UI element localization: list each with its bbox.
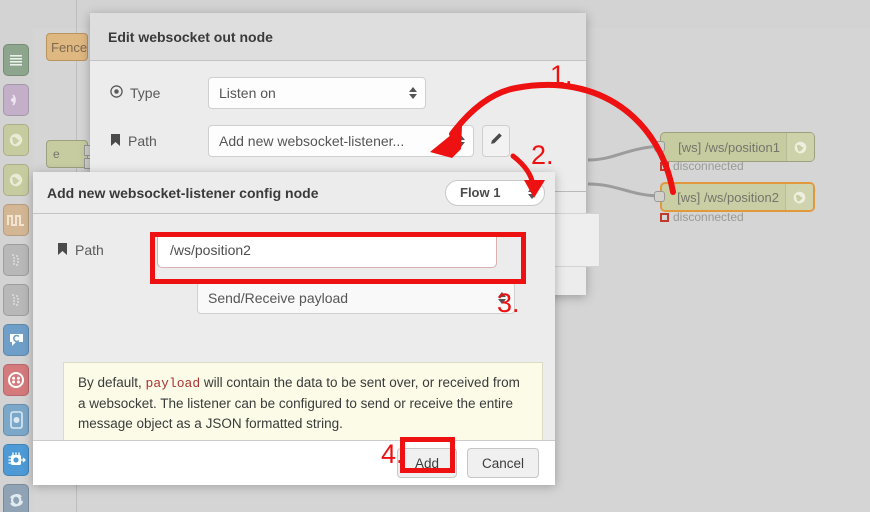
chip-icon bbox=[8, 452, 26, 465]
payload-mode-value: Send/Receive payload bbox=[208, 290, 349, 306]
target-icon bbox=[8, 372, 24, 388]
node-status-2: disconnected bbox=[660, 210, 744, 224]
screenshot-root: Fence e [ws] /ws/position1 disconnected … bbox=[0, 0, 870, 512]
pulse-icon bbox=[7, 215, 24, 226]
type-label-text: Type bbox=[130, 85, 161, 101]
cancel-button-label: Cancel bbox=[481, 455, 524, 471]
palette-item-list-icon[interactable] bbox=[3, 44, 29, 76]
form-row-type: Type Listen on bbox=[90, 77, 586, 109]
page-title: Edit websocket out node bbox=[108, 28, 273, 45]
dialog-title-bar: Edit websocket out node bbox=[90, 13, 586, 61]
pencil-icon bbox=[489, 132, 503, 151]
palette-item-broadcast-icon[interactable] bbox=[3, 84, 29, 116]
flow-scope-value: Flow 1 bbox=[460, 185, 501, 200]
node-status-1: disconnected bbox=[660, 159, 744, 173]
type-label: Type bbox=[110, 85, 208, 101]
node-ws-position1[interactable]: [ws] /ws/position1 bbox=[660, 132, 815, 162]
palette-item-target-icon[interactable] bbox=[3, 364, 29, 396]
chevron-updown-icon bbox=[409, 87, 417, 99]
path-input-value: /ws/position2 bbox=[170, 242, 251, 258]
palette-item-pulse-icon[interactable] bbox=[3, 204, 29, 236]
type-select-value: Listen on bbox=[219, 85, 276, 101]
list-icon bbox=[10, 55, 22, 66]
palette-sidebar[interactable] bbox=[0, 0, 33, 512]
add-websocket-listener-config-dialog: Add new websocket-listener config node F… bbox=[33, 172, 555, 485]
add-dialog-body: Path /ws/position2 Send/Receive payload … bbox=[33, 214, 555, 442]
status-dot-icon bbox=[660, 212, 669, 222]
bookmark-icon bbox=[57, 242, 68, 259]
cancel-button[interactable]: Cancel bbox=[466, 448, 539, 478]
path-label-text: Path bbox=[128, 133, 157, 149]
info-help-box: By default, payload will contain the dat… bbox=[63, 362, 543, 442]
node-label: [ws] /ws/position1 bbox=[678, 139, 780, 155]
palette-item-dots-icon-1[interactable] bbox=[3, 244, 29, 276]
add-button-label: Add bbox=[414, 455, 439, 471]
add-button[interactable]: Add bbox=[396, 448, 457, 478]
fence-node[interactable]: Fence bbox=[46, 33, 88, 61]
node-ws-position2[interactable]: [ws] /ws/position2 bbox=[660, 182, 815, 212]
status-dot-icon bbox=[660, 161, 669, 171]
fence-node-label: Fence bbox=[51, 39, 88, 55]
add-dialog-title: Add new websocket-listener config node bbox=[47, 184, 319, 201]
path-input[interactable]: /ws/position2 bbox=[157, 232, 497, 268]
form-row-add-path: Path /ws/position2 bbox=[33, 232, 555, 268]
chevron-updown-icon bbox=[498, 292, 506, 304]
dialog-body: Type Listen on Path Add new websocket-li… bbox=[90, 61, 600, 267]
target-icon bbox=[110, 85, 123, 101]
broadcast-icon bbox=[10, 94, 16, 106]
partial-node-label: e bbox=[53, 147, 60, 161]
add-path-label: Path bbox=[57, 242, 157, 259]
refresh-icon bbox=[9, 494, 23, 507]
palette-item-globe-icon-1[interactable] bbox=[3, 124, 29, 156]
info-code-payload: payload bbox=[145, 376, 201, 391]
palette-item-speech-icon[interactable] bbox=[3, 324, 29, 356]
palette-item-dots-icon-2[interactable] bbox=[3, 284, 29, 316]
palette-item-chip-icon[interactable] bbox=[3, 444, 29, 476]
bookmark-icon bbox=[110, 133, 121, 150]
node-status-label: disconnected bbox=[673, 210, 744, 224]
type-select[interactable]: Listen on bbox=[208, 77, 426, 109]
mobile-icon bbox=[9, 411, 23, 429]
palette-item-refresh-icon[interactable] bbox=[3, 484, 29, 512]
add-dialog-footer: Add Cancel bbox=[33, 440, 555, 485]
partial-node[interactable]: e bbox=[46, 140, 88, 168]
globe-icon bbox=[785, 184, 813, 210]
form-row-payload-mode: Send/Receive payload bbox=[33, 282, 555, 314]
dialog-ghost-field bbox=[550, 213, 600, 267]
path-label: Path bbox=[110, 133, 208, 150]
flow-scope-select[interactable]: Flow 1 bbox=[445, 179, 545, 206]
node-port-in-1[interactable] bbox=[654, 141, 665, 152]
path-select[interactable]: Add new websocket-listener... bbox=[208, 125, 474, 157]
speech-icon bbox=[9, 334, 23, 346]
dots-icon bbox=[12, 254, 19, 266]
globe-icon bbox=[9, 173, 23, 187]
chevron-updown-icon bbox=[528, 186, 536, 199]
globe-icon bbox=[786, 133, 814, 161]
node-status-label: disconnected bbox=[673, 159, 744, 173]
node-label: [ws] /ws/position2 bbox=[677, 189, 779, 205]
dots-icon bbox=[12, 294, 19, 306]
edit-config-node-button[interactable] bbox=[482, 125, 510, 157]
palette-item-globe-icon-2[interactable] bbox=[3, 164, 29, 196]
node-port-in-2[interactable] bbox=[654, 191, 665, 202]
form-row-path: Path Add new websocket-listener... bbox=[90, 125, 586, 157]
path-select-value: Add new websocket-listener... bbox=[219, 133, 405, 149]
chevron-updown-icon bbox=[457, 135, 465, 147]
info-text-part1: By default, bbox=[78, 375, 146, 390]
add-dialog-title-bar: Add new websocket-listener config node F… bbox=[33, 172, 555, 214]
add-path-label-text: Path bbox=[75, 242, 104, 258]
palette-item-mobile-icon[interactable] bbox=[3, 404, 29, 436]
globe-icon bbox=[9, 133, 23, 147]
payload-mode-select[interactable]: Send/Receive payload bbox=[197, 282, 515, 314]
